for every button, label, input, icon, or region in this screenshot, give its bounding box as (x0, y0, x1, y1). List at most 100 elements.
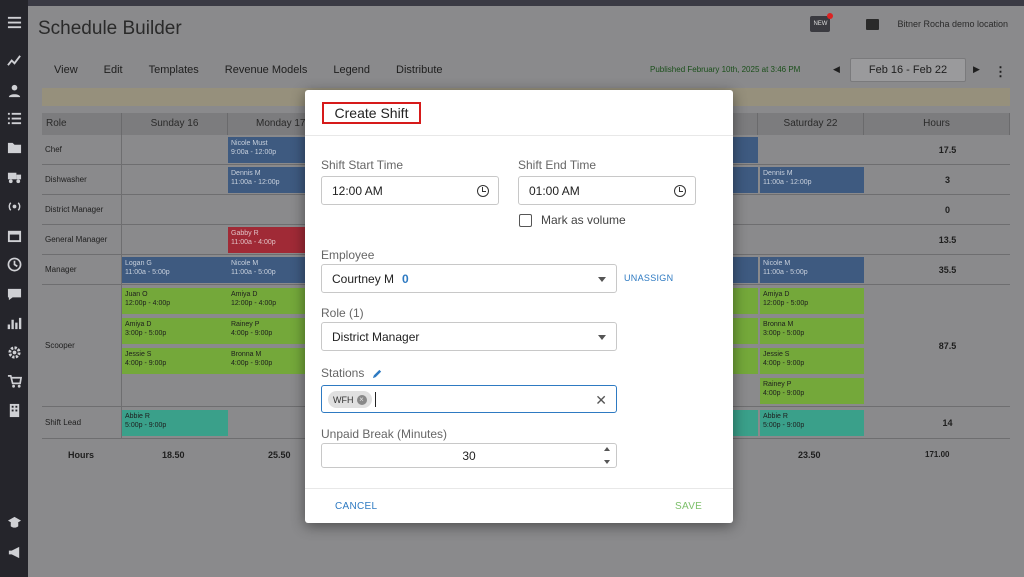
location-name[interactable]: Bitner Rocha demo location (897, 19, 1008, 29)
clear-icon[interactable]: ✕ (595, 392, 607, 409)
shift-card-partial[interactable] (732, 137, 758, 163)
shift-card[interactable]: Amiya D 12:00p - 4:00p (228, 288, 306, 314)
shift-name: Nicole M (763, 260, 791, 267)
role-select[interactable]: District Manager (321, 322, 617, 351)
shift-card[interactable]: Dennis M 11:00a - 12:00p (760, 167, 864, 193)
shift-card-partial[interactable] (732, 410, 758, 436)
shift-time: 9:00a - 12:00p (231, 149, 277, 157)
date-range-selector[interactable]: Feb 16 - Feb 22 (850, 58, 966, 82)
mark-as-volume-checkbox[interactable] (519, 214, 532, 227)
chevron-down-icon[interactable] (598, 277, 606, 282)
unassign-button[interactable]: UNASSIGN (624, 273, 673, 283)
list-icon[interactable] (4, 108, 24, 128)
chat-icon[interactable] (4, 284, 24, 304)
footer-total-hours: 171.00 (925, 450, 950, 459)
shift-card[interactable]: Dennis M 11:00a - 12:00p (228, 167, 306, 193)
shift-card[interactable]: Juan O 12:00p - 4:00p (122, 288, 228, 314)
gear-icon[interactable] (4, 342, 24, 362)
graduation-icon[interactable] (4, 512, 24, 532)
clock-icon[interactable] (477, 185, 489, 197)
employee-select[interactable]: Courtney M 0 (321, 264, 617, 293)
shift-start-input[interactable]: 12:00 AM (321, 176, 499, 205)
new-badge-icon[interactable]: NEW (810, 13, 834, 32)
cancel-button[interactable]: CANCEL (335, 501, 377, 512)
shift-card[interactable]: Bronna M 4:00p - 9:00p (228, 348, 306, 374)
clock-icon[interactable] (674, 185, 686, 197)
trend-icon[interactable] (4, 50, 24, 70)
shift-name: Amiya D (231, 291, 258, 298)
mark-as-volume-label[interactable]: Mark as volume (541, 213, 626, 227)
shift-name: Rainey P (231, 321, 260, 328)
shift-time: 11:00a - 12:00p (763, 179, 812, 187)
shift-card[interactable]: Logan G 11:00a - 5:00p (122, 257, 228, 283)
row-hours: 0 (944, 204, 950, 215)
unpaid-break-input[interactable]: 30 (321, 443, 617, 468)
shift-card[interactable]: Abbie R 5:00p - 9:00p (760, 410, 864, 436)
shift-card[interactable]: Nicole Must 9:00a - 12:00p (228, 137, 306, 163)
menu-view[interactable]: View (54, 64, 78, 76)
menu-edit[interactable]: Edit (104, 64, 123, 76)
shift-time: 4:00p - 9:00p (231, 330, 273, 338)
next-week-icon[interactable]: ▶ (973, 64, 980, 75)
shift-name: Abbie R (125, 413, 150, 420)
broadcast-icon[interactable] (4, 196, 24, 216)
shift-card[interactable]: Abbie R 5:00p - 9:00p (122, 410, 228, 436)
shift-time: 12:00p - 4:00p (125, 300, 171, 308)
building-icon[interactable] (4, 400, 24, 420)
stations-label: Stations (321, 366, 365, 380)
truck-icon[interactable] (4, 166, 24, 186)
shift-card[interactable]: Jessie S 4:00p - 9:00p (122, 348, 228, 374)
shift-card[interactable]: Nicole M 11:00a - 5:00p (760, 257, 864, 283)
prev-week-icon[interactable]: ◀ (833, 64, 840, 75)
footer-label: Hours (68, 450, 95, 460)
shift-card[interactable]: Bronna M 3:00p - 5:00p (760, 318, 864, 344)
shift-card-partial[interactable] (732, 167, 758, 193)
pencil-icon[interactable] (372, 366, 383, 379)
chart-icon[interactable] (4, 313, 24, 333)
people-icon[interactable] (4, 80, 24, 100)
remove-chip-icon[interactable]: × (356, 394, 367, 405)
store-icon[interactable] (866, 18, 880, 30)
role-label: Shift Lead (42, 407, 122, 438)
shift-end-input[interactable]: 01:00 AM (518, 176, 696, 205)
menu-legend[interactable]: Legend (333, 64, 370, 76)
shift-start-value: 12:00 AM (332, 183, 383, 198)
shift-card[interactable]: Nicole M 11:00a - 5:00p (228, 257, 306, 283)
chevron-down-icon[interactable] (598, 335, 606, 340)
shift-card-partial[interactable] (732, 318, 758, 344)
menu-revenue-models[interactable]: Revenue Models (225, 64, 308, 76)
shift-name: Abbie R (763, 413, 788, 420)
decrement-icon[interactable] (604, 460, 610, 464)
footer-sunday-hours: 18.50 (162, 450, 185, 460)
shift-card[interactable]: Amiya D 12:00p - 5:00p (760, 288, 864, 314)
clock-icon[interactable] (4, 254, 24, 274)
shift-name: Nicole M (231, 260, 259, 267)
modal-divider (305, 135, 733, 136)
shift-card[interactable]: Amiya D 3:00p - 5:00p (122, 318, 228, 344)
shift-card[interactable]: Rainey P 4:00p - 9:00p (760, 378, 864, 404)
increment-icon[interactable] (604, 447, 610, 451)
calendar-icon[interactable] (4, 225, 24, 245)
cart-icon[interactable] (4, 371, 24, 391)
shift-name: Bronna M (763, 321, 794, 328)
shift-name: Jessie S (125, 351, 152, 358)
more-options-icon[interactable]: ⋮ (994, 64, 1007, 80)
folder-icon[interactable] (4, 137, 24, 157)
save-button[interactable]: SAVE (675, 501, 702, 512)
menu-distribute[interactable]: Distribute (396, 64, 442, 76)
station-chip[interactable]: WFH × (328, 391, 372, 408)
shift-card[interactable]: Jessie S 4:00p - 9:00p (760, 348, 864, 374)
shift-name: Rainey P (763, 381, 792, 388)
shift-card[interactable]: Gabby R 11:00a - 4:00p (228, 227, 306, 253)
shift-card-partial[interactable] (732, 288, 758, 314)
menu-icon[interactable] (4, 12, 24, 32)
menu-templates[interactable]: Templates (149, 64, 199, 76)
shift-card[interactable]: Rainey P 4:00p - 9:00p (228, 318, 306, 344)
role-label: Chef (42, 135, 122, 164)
stations-input[interactable]: WFH × ✕ (321, 385, 617, 413)
shift-card-partial[interactable] (732, 348, 758, 374)
shift-name: Dennis M (231, 170, 261, 177)
shift-name: Amiya D (763, 291, 790, 298)
shift-card-partial[interactable] (732, 257, 758, 283)
megaphone-icon[interactable] (4, 542, 24, 562)
